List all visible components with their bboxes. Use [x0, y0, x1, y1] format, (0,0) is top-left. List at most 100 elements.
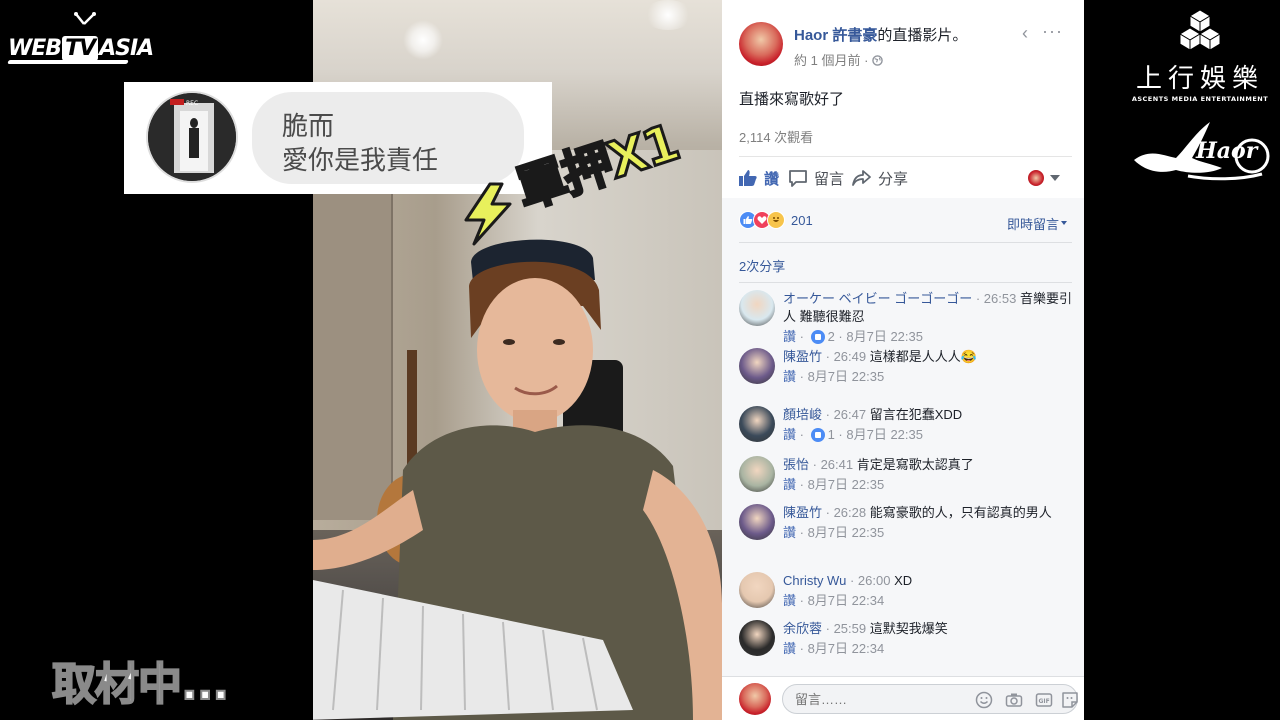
comment-like-button[interactable]: 讚: [783, 368, 796, 386]
filming-caption: 取材中...: [51, 658, 230, 711]
comment-date[interactable]: 8月7日 22:35: [808, 524, 885, 542]
commenter-name[interactable]: 陳盈竹: [783, 505, 822, 520]
comment-meta: 讚 · 8月7日 22:34: [783, 640, 1075, 658]
comment-body: 陳盈竹 · 26:28 能寫豪歌的人，只有認真的男人讚 · 8月7日 22:35: [783, 504, 1075, 542]
commenter-avatar[interactable]: [739, 504, 775, 540]
comment-line-2: 愛你是我責任: [282, 146, 439, 176]
commenter-avatar[interactable]: [739, 290, 775, 326]
viewer-avatar: [1028, 170, 1044, 186]
webtv-web-text: WEB: [8, 36, 62, 61]
comment-body: 張怡 · 26:41 肯定是寫歌太認真了讚 · 8月7日 22:35: [783, 456, 1075, 494]
commenter-name[interactable]: 余欣蓉: [783, 621, 822, 636]
commenter-name[interactable]: 顏培峻: [783, 407, 822, 422]
separator-dot: ·: [834, 427, 847, 442]
rec-badge: REC: [186, 100, 198, 107]
more-options-icon[interactable]: ···: [1042, 22, 1064, 42]
video-timestamp-link[interactable]: 26:47: [834, 407, 867, 422]
reaction-count: 201: [791, 212, 813, 228]
commenter-avatar[interactable]: [739, 620, 775, 656]
comment-item: オーケー ベイビー ゴーゴーゴー · 26:53 音樂要引人 難聽很難忍讚 · …: [739, 290, 1074, 348]
comment-like-count[interactable]: 2: [828, 328, 835, 346]
chevron-down-icon: [1050, 175, 1060, 181]
ceiling-light: [403, 20, 443, 60]
post-text: 直播來寫歌好了: [739, 91, 845, 108]
comment-meta: 讚 · 8月7日 22:35: [783, 476, 1075, 494]
webtv-asia-logo: WEB TV ASIA: [7, 12, 158, 70]
comment-date[interactable]: 8月7日 22:35: [846, 426, 923, 444]
like-label: 讚: [764, 170, 780, 188]
author-suffix: 的直播影片。: [877, 27, 968, 44]
midi-keyboard: [313, 580, 633, 720]
comment-input[interactable]: [795, 692, 955, 707]
comment-body: オーケー ベイビー ゴーゴーゴー · 26:53 音樂要引人 難聽很難忍讚 · …: [783, 290, 1075, 346]
video-timestamp-link[interactable]: 26:41: [821, 457, 854, 472]
divider: [739, 242, 1072, 243]
separator-dot: ·: [809, 457, 821, 472]
thumbs-up-icon: [739, 170, 757, 186]
video-timestamp-link[interactable]: 25:59: [834, 621, 867, 636]
reactions-summary[interactable]: 201: [739, 210, 813, 230]
comment-item: Christy Wu · 26:00 XD 讚 · 8月7日 22:34: [739, 572, 1074, 618]
comment-input-box[interactable]: GIF: [782, 684, 1078, 714]
comment-like-button[interactable]: 讚: [783, 640, 796, 658]
webtv-wordmark: WEB TV ASIA: [8, 36, 154, 61]
separator-dot: ·: [796, 329, 808, 344]
comment-like-button[interactable]: 讚: [783, 476, 796, 494]
comment-date[interactable]: 8月7日 22:34: [808, 640, 885, 658]
chevron-left-icon[interactable]: ‹: [1022, 24, 1036, 42]
comment-label: 留言: [814, 170, 845, 188]
comment-date[interactable]: 8月7日 22:34: [808, 592, 885, 610]
comment-like-count[interactable]: 1: [828, 426, 835, 444]
comment-like-button[interactable]: 讚: [783, 592, 796, 610]
post-header: Haor 許書豪的直播影片。 約 1 個月前 · ‹ ···: [722, 0, 1084, 78]
camera-icon[interactable]: [1005, 691, 1023, 709]
comment-meta: 讚 · 8月7日 22:34: [783, 592, 1075, 610]
comment-text: 留言在犯蠢XDD: [869, 407, 963, 422]
comment-date[interactable]: 8月7日 22:35: [808, 476, 885, 494]
commenter-avatar[interactable]: [739, 456, 775, 492]
separator-dot: ·: [834, 329, 847, 344]
comments-section: 201 即時留言 2次分享 オーケー ベイビー ゴーゴーゴー · 26:53 音…: [722, 198, 1084, 676]
timestamp-text[interactable]: 約 1 個月前 ·: [794, 53, 872, 68]
comment-date[interactable]: 8月7日 22:35: [846, 328, 923, 346]
commenter-avatar[interactable]: [739, 348, 775, 384]
share-button[interactable]: 分享: [852, 166, 908, 190]
chevron-down-icon: [1061, 221, 1068, 225]
author-avatar[interactable]: [739, 22, 783, 66]
comment-item: 陳盈竹 · 26:49 這樣都是人人人😂 讚 · 8月7日 22:35: [739, 348, 1074, 394]
like-button[interactable]: 讚: [738, 166, 779, 190]
separator-dot: ·: [796, 427, 808, 442]
comment-body: 顏培峻 · 26:47 留言在犯蠢XDD 讚 · 1 · 8月7日 22:35: [783, 406, 1075, 444]
comment-text: XD: [894, 573, 913, 588]
commenter-name[interactable]: Christy Wu: [783, 573, 846, 588]
shares-count-link[interactable]: 2次分享: [739, 256, 785, 275]
sticker-icon[interactable]: [1061, 691, 1079, 709]
view-count: 2,114 次觀看: [739, 130, 814, 145]
comment-like-button[interactable]: 讚: [783, 328, 796, 346]
post-as-selector[interactable]: [1028, 166, 1060, 190]
globe-icon: [872, 55, 883, 66]
share-label: 分享: [878, 170, 909, 188]
comment-sort-dropdown[interactable]: 即時留言: [1007, 214, 1068, 233]
separator-dot: ·: [822, 505, 834, 520]
video-timestamp-link[interactable]: 26:49: [834, 349, 867, 364]
emoji-icon[interactable]: [975, 691, 993, 709]
commenter-name[interactable]: 陳盈竹: [783, 349, 822, 364]
gif-icon[interactable]: GIF: [1035, 691, 1053, 709]
commenter-name[interactable]: 張怡: [783, 457, 809, 472]
webtv-tv-text: TV: [62, 36, 99, 61]
video-timestamp-link[interactable]: 26:00: [858, 573, 891, 588]
comment-composer: GIF: [722, 676, 1084, 720]
comment-like-button[interactable]: 讚: [783, 524, 796, 542]
commenter-avatar[interactable]: [739, 572, 775, 608]
separator-dot: ·: [796, 593, 808, 608]
video-timestamp-link[interactable]: 26:53: [984, 291, 1017, 306]
video-timestamp-link[interactable]: 26:28: [834, 505, 867, 520]
comment-date[interactable]: 8月7日 22:35: [808, 368, 885, 386]
separator-dot: ·: [972, 291, 984, 306]
comment-bubble: 脆而 愛你是我責任: [252, 92, 524, 184]
commenter-avatar[interactable]: [739, 406, 775, 442]
author-name-link[interactable]: Haor 許書豪: [794, 27, 877, 44]
comment-like-button[interactable]: 讚: [783, 426, 796, 444]
commenter-name[interactable]: オーケー ベイビー ゴーゴーゴー: [783, 291, 972, 306]
